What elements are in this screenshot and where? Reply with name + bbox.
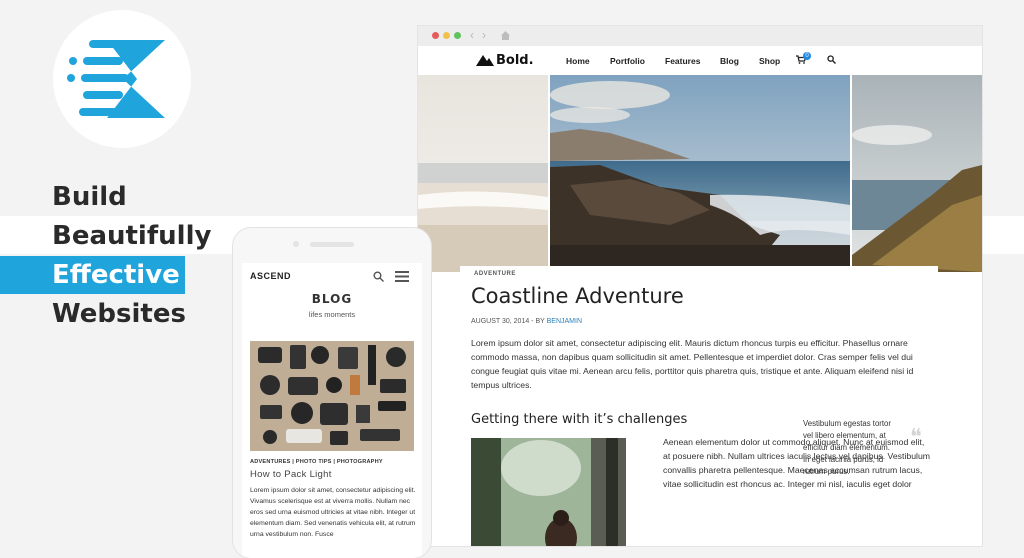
site-brand[interactable]: Bold. bbox=[496, 53, 534, 68]
brand-logo bbox=[53, 10, 191, 148]
post-intro: Lorem ipsum dolor sit amet, consectetur … bbox=[471, 338, 914, 390]
post-category[interactable]: ADVENTURE bbox=[474, 271, 516, 277]
cart-count-badge: 0 bbox=[803, 52, 811, 60]
nav-features[interactable]: Features bbox=[665, 56, 700, 66]
browser-chrome: ‹ › bbox=[418, 26, 982, 46]
post-photo-forest bbox=[471, 438, 626, 546]
phone-camera bbox=[293, 241, 299, 247]
phone-blog-title: BLOG bbox=[311, 292, 353, 306]
quote-icon: ❝ bbox=[910, 425, 922, 450]
post-date: AUGUST 30, 2014 - BY bbox=[471, 318, 545, 325]
headline-line-4: Websites bbox=[52, 299, 186, 329]
hero-photo-coast bbox=[550, 75, 850, 272]
phone-mockup: ASCEND BLOG lifes moments ADVENTURES | P… bbox=[233, 228, 431, 558]
phone-post-photo[interactable] bbox=[250, 341, 414, 451]
back-icon[interactable]: ‹ bbox=[470, 28, 474, 42]
home-icon[interactable] bbox=[500, 30, 511, 41]
post-subheading: Getting there with it’s challenges bbox=[471, 412, 688, 427]
post-title[interactable]: Coastline Adventure bbox=[471, 284, 684, 308]
forward-icon[interactable]: › bbox=[482, 28, 486, 42]
search-icon[interactable] bbox=[373, 271, 384, 282]
nav-home[interactable]: Home bbox=[566, 56, 590, 66]
pull-quote: Vestibulum egestas tortor vel libero ele… bbox=[803, 419, 891, 476]
phone-post-excerpt: Lorem ipsum dolor sit amet, consectetur … bbox=[250, 487, 416, 538]
close-dot[interactable] bbox=[432, 32, 439, 39]
nav-portfolio[interactable]: Portfolio bbox=[610, 56, 645, 66]
minimize-dot[interactable] bbox=[443, 32, 450, 39]
mountain-icon bbox=[476, 55, 494, 66]
phone-screen: ASCEND BLOG lifes moments ADVENTURES | P… bbox=[242, 263, 422, 558]
browser-mockup: ‹ › Bold. Home Portfolio Features Blog S… bbox=[418, 26, 982, 546]
maximize-dot[interactable] bbox=[454, 32, 461, 39]
hero-photo-cliff bbox=[852, 75, 982, 272]
search-icon[interactable] bbox=[827, 55, 836, 64]
lightning-k-icon bbox=[67, 40, 165, 118]
headline-line-2: Beautifully bbox=[52, 221, 212, 251]
phone-post-title[interactable]: How to Pack Light bbox=[250, 469, 332, 480]
headline-line-3: Effective bbox=[52, 260, 180, 290]
phone-blog-subtitle: lifes moments bbox=[308, 310, 356, 319]
menu-icon[interactable] bbox=[395, 271, 409, 282]
headline-line-1: Build bbox=[52, 182, 127, 212]
phone-post-categories[interactable]: ADVENTURES | PHOTO TIPS | PHOTOGRAPHY bbox=[250, 459, 383, 465]
post-author-link[interactable]: BENJAMIN bbox=[547, 318, 582, 325]
phone-brand[interactable]: ASCEND bbox=[250, 271, 291, 281]
nav-blog[interactable]: Blog bbox=[720, 56, 739, 66]
post-meta: AUGUST 30, 2014 - BY BENJAMIN bbox=[471, 318, 582, 325]
nav-shop[interactable]: Shop bbox=[759, 56, 780, 66]
hero-photo-beach bbox=[418, 75, 548, 272]
phone-speaker bbox=[310, 242, 354, 247]
